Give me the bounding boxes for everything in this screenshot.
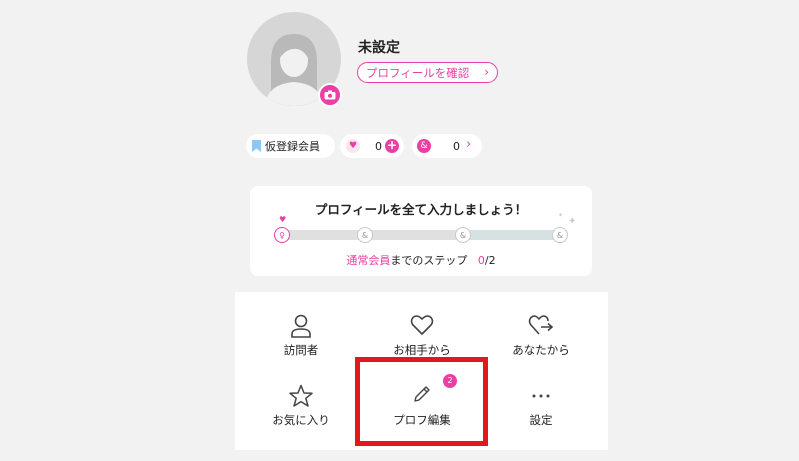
target-rank-label: 通常会員 [346, 254, 391, 267]
more-icon [532, 394, 550, 398]
menu-item-visitors[interactable]: 訪問者 [239, 292, 363, 362]
progress-caption: 通常会員までのステップ 0/2 [250, 252, 592, 268]
menu-item-likes-received[interactable]: お相手から [360, 292, 484, 362]
heart-arrow-icon [528, 315, 554, 335]
sparkle-icon: ✦ [558, 212, 564, 219]
add-points-button[interactable]: + [385, 139, 399, 153]
view-profile-label: プロフィールを確認 [366, 65, 470, 80]
menu-item-label: 訪問者 [283, 343, 319, 357]
bookmark-icon [252, 140, 261, 152]
menu-item-edit-profile[interactable]: プロフ編集 [360, 362, 484, 432]
menu-item-settings[interactable]: 設定 [479, 362, 603, 432]
progress-track [280, 230, 560, 240]
star-icon [289, 384, 313, 407]
menu-item-label: あなたから [512, 343, 570, 357]
menu-item-label: プロフ編集 [393, 413, 451, 427]
progress-title: プロフィールを全て入力しましょう！ [314, 202, 528, 217]
avatar[interactable] [247, 12, 342, 107]
points-value: 0 [375, 139, 382, 153]
profile-progress-card: プロフィールを全て入力しましょう！ ♥ ♀ & & & ✦ ✦ 通常会員までのス… [250, 186, 592, 276]
member-status-label: 仮登録会員 [265, 140, 320, 153]
chevron-right-icon: › [466, 137, 472, 152]
current-step: 0 [477, 254, 485, 267]
total-steps: /2 [484, 254, 496, 267]
menu-grid: 訪問者 お相手から あなたから お気に入り プロフ編集 設定 [235, 292, 608, 450]
step-marker-icon: & [455, 227, 471, 243]
heart-icon [410, 315, 434, 335]
notification-badge: 2 [443, 374, 457, 388]
couple-icon: & [417, 139, 431, 153]
menu-item-label: 設定 [529, 413, 553, 427]
points-pill[interactable]: ♥ 0 + [340, 134, 404, 158]
step-marker-icon: & [357, 227, 373, 243]
menu-item-label: お気に入り [272, 413, 330, 427]
current-position-icon: ♥ [279, 215, 287, 224]
chevron-right-icon: › [484, 65, 489, 79]
menu-item-favorites[interactable]: お気に入り [239, 362, 363, 432]
camera-icon[interactable] [318, 83, 342, 107]
step-goal-icon: & [552, 227, 568, 243]
likes-pill[interactable]: & 0 › [412, 134, 482, 158]
likes-value: 0 [453, 139, 460, 153]
sparkle-icon: ✦ [568, 216, 577, 227]
view-profile-button[interactable]: プロフィールを確認 › [357, 62, 498, 83]
person-icon [291, 314, 311, 338]
menu-item-label: お相手から [393, 343, 451, 357]
menu-item-likes-sent[interactable]: あなたから [479, 292, 603, 362]
points-icon: ♥ [346, 139, 360, 153]
member-status-badge: 仮登録会員 [246, 134, 335, 158]
step-start-icon: ♀ [274, 227, 290, 243]
user-name: 未設定 [358, 40, 400, 56]
pencil-icon [414, 386, 430, 402]
caption-text: までのステップ [390, 254, 468, 267]
status-row: 仮登録会員 ♥ 0 + & 0 › [246, 134, 482, 158]
